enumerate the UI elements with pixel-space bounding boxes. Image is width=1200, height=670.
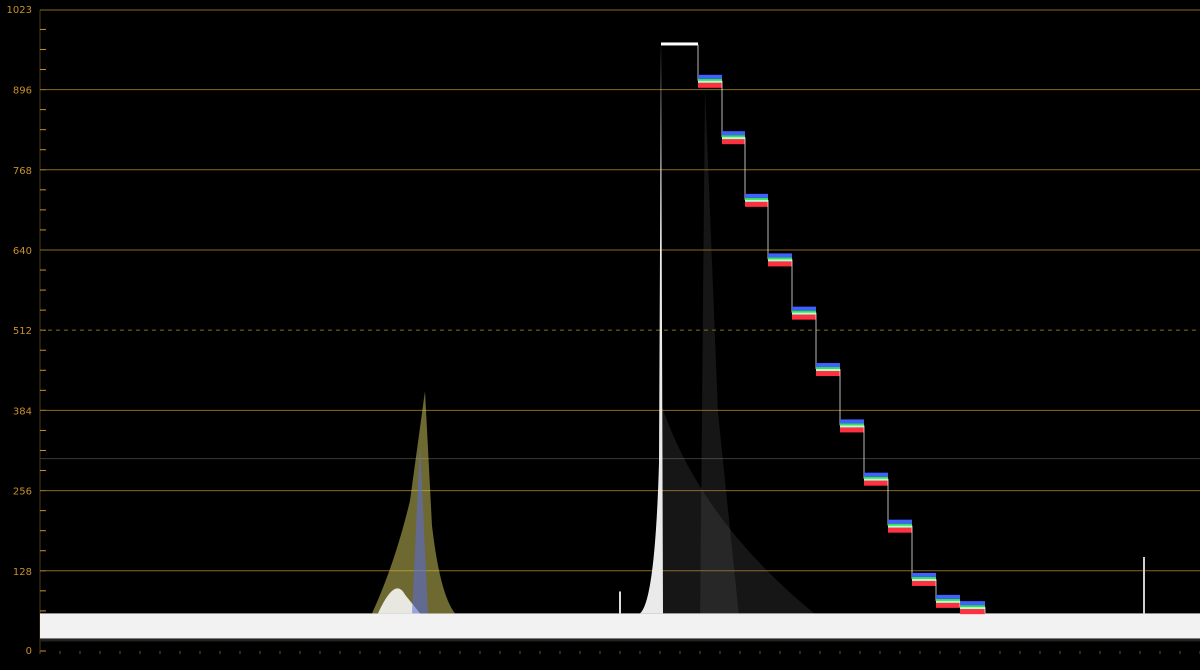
trace-baseline-shadow bbox=[40, 638, 1200, 642]
waveform-scope: 1023 896 768 640 512 384 256 128 0 bbox=[0, 0, 1200, 670]
trace-step-highlight bbox=[816, 369, 840, 372]
trace-step-blue bbox=[864, 472, 888, 477]
trace-step-highlight bbox=[745, 199, 768, 202]
trace-step-blue bbox=[745, 193, 768, 198]
trace-step-red bbox=[698, 82, 722, 88]
trace-step bbox=[661, 42, 698, 46]
trace-baseline-band bbox=[40, 613, 1200, 639]
trace-step-blue bbox=[840, 419, 864, 424]
trace-haze bbox=[660, 400, 830, 626]
trace-step-red bbox=[960, 609, 985, 615]
trace-step-highlight bbox=[888, 525, 912, 528]
trace-step-blue bbox=[888, 519, 912, 524]
y-label-768: 768 bbox=[13, 166, 32, 177]
trace-step-blue bbox=[912, 572, 936, 577]
trace-step-red bbox=[888, 527, 912, 533]
trace-step-red bbox=[768, 261, 792, 267]
trace-step-blue bbox=[936, 594, 960, 599]
trace-step-blue bbox=[698, 74, 722, 79]
trace-step-red bbox=[912, 580, 936, 586]
trace-step-highlight bbox=[768, 259, 792, 262]
trace-step-red bbox=[722, 139, 745, 145]
y-label-128: 128 bbox=[13, 567, 32, 578]
y-label-1023: 1023 bbox=[7, 5, 32, 16]
trace-step-blue bbox=[792, 306, 816, 311]
trace-step-blue bbox=[960, 601, 985, 606]
trace-step-blue bbox=[816, 363, 840, 368]
waveform-plot: 1023 896 768 640 512 384 256 128 0 bbox=[7, 5, 1200, 657]
trace-step-red bbox=[816, 371, 840, 377]
trace-step-red bbox=[792, 314, 816, 320]
trace-step-highlight bbox=[698, 80, 722, 83]
trace-step-highlight bbox=[912, 578, 936, 581]
trace-step-red bbox=[864, 480, 888, 486]
trace-step-highlight bbox=[864, 478, 888, 481]
trace-step-highlight bbox=[840, 425, 864, 428]
trace-step-highlight bbox=[960, 607, 985, 610]
trace-step-red bbox=[745, 201, 768, 207]
trace-step-highlight bbox=[722, 137, 745, 140]
y-label-256: 256 bbox=[13, 487, 32, 498]
trace-step-red bbox=[936, 602, 960, 608]
trace-rise bbox=[640, 40, 663, 614]
y-label-384: 384 bbox=[13, 406, 32, 417]
trace-step-highlight bbox=[936, 600, 960, 603]
trace-step-blue bbox=[722, 131, 745, 136]
y-label-0: 0 bbox=[26, 646, 32, 657]
trace-step-blue bbox=[768, 253, 792, 258]
y-label-512: 512 bbox=[13, 326, 32, 337]
trace-peak-cluster bbox=[372, 390, 455, 614]
y-label-896: 896 bbox=[13, 86, 32, 97]
y-label-640: 640 bbox=[13, 246, 32, 257]
trace-step-highlight bbox=[792, 312, 816, 315]
trace-step-red bbox=[840, 427, 864, 433]
